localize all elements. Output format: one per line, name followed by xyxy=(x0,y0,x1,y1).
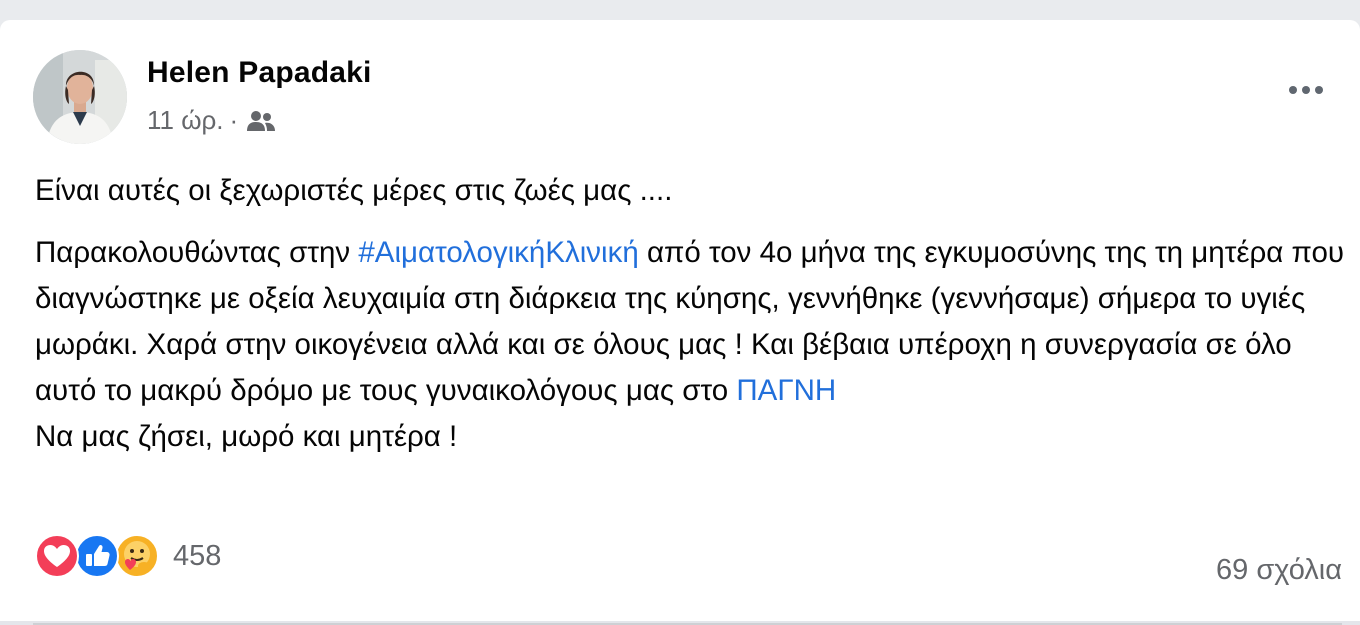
post-text: Είναι αυτές οι ξεχωριστές μέρες στις ζωέ… xyxy=(35,168,1345,460)
post-meta: 11 ώρ. · xyxy=(147,105,276,136)
post-text-segment: Παρακολουθώντας στην xyxy=(35,236,359,269)
meta-separator: · xyxy=(229,105,239,135)
author-photo xyxy=(33,50,127,144)
post-card: Helen Papadaki 11 ώρ. · Είναι αυτές οι ξ… xyxy=(0,20,1360,625)
post-timestamp[interactable]: 11 ώρ. xyxy=(147,105,224,136)
reaction-count: 458 xyxy=(173,539,222,572)
avatar[interactable] xyxy=(33,50,127,144)
love-reaction-icon xyxy=(35,534,79,578)
page-mention-link[interactable]: ΠΑΓΝΗ xyxy=(736,374,836,407)
friends-icon[interactable] xyxy=(246,109,276,133)
page: Helen Papadaki 11 ώρ. · Είναι αυτές οι ξ… xyxy=(0,0,1360,625)
more-horizontal-icon xyxy=(1289,86,1297,94)
author-name[interactable]: Helen Papadaki xyxy=(147,56,372,90)
post-text-closing: Να μας ζήσει, μωρό και μητέρα ! xyxy=(35,420,458,453)
comments-count-link[interactable]: 69 σχόλια xyxy=(1216,554,1342,587)
reactions-summary[interactable]: 458 xyxy=(35,534,221,578)
care-reaction-icon xyxy=(115,534,159,578)
reaction-icons xyxy=(35,534,163,578)
post-text-line: Είναι αυτές οι ξεχωριστές μέρες στις ζωέ… xyxy=(35,174,673,207)
hashtag-link[interactable]: #ΑιματολογικήΚλινική xyxy=(358,236,638,269)
like-reaction-icon xyxy=(75,534,119,578)
more-options-button[interactable] xyxy=(1276,70,1336,110)
post-text-paragraph: Παρακολουθώντας στην #ΑιματολογικήΚλινικ… xyxy=(35,230,1345,414)
